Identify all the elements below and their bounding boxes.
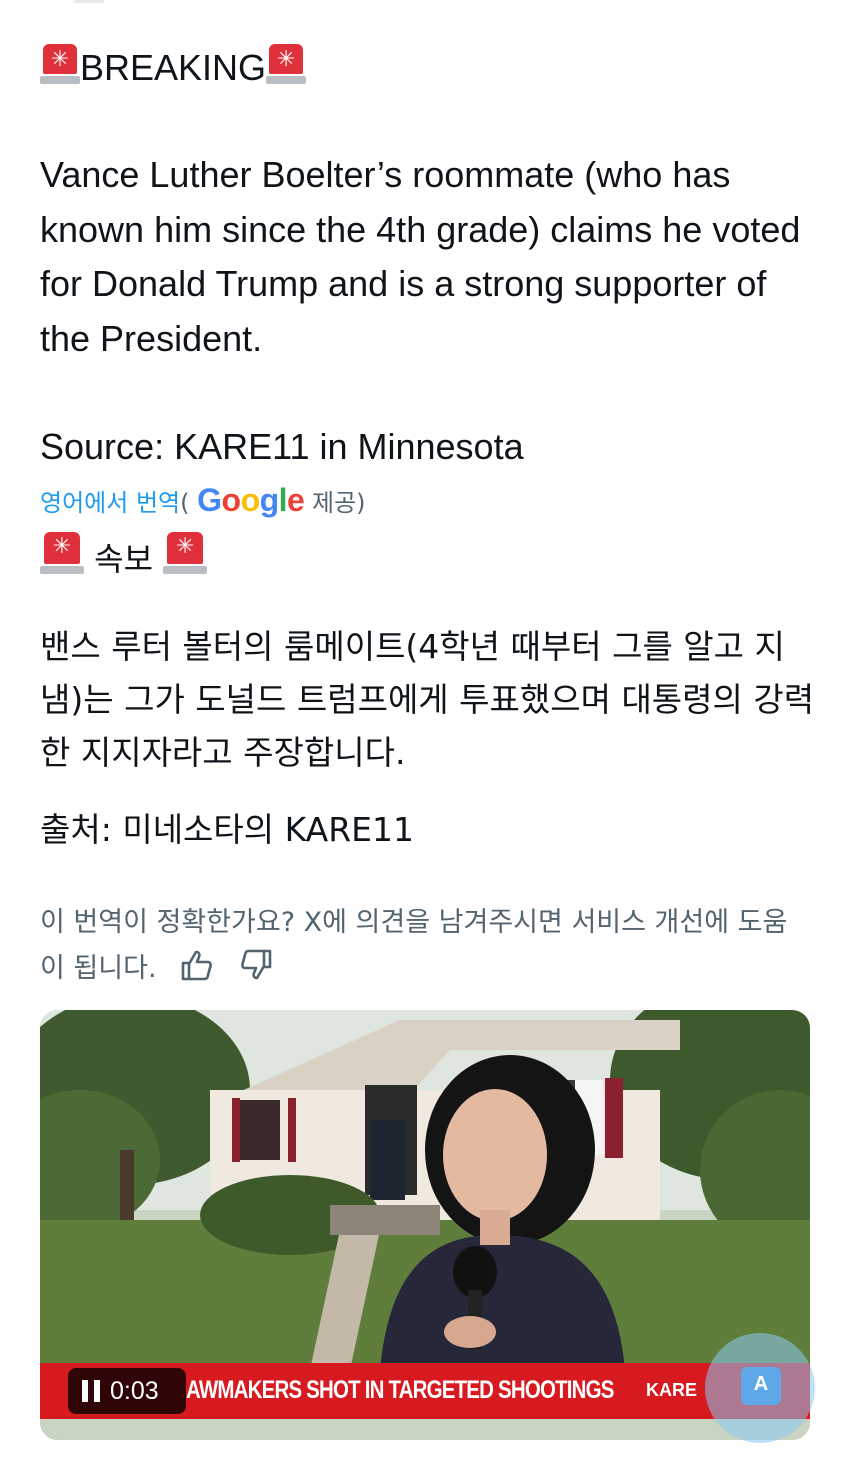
thumbs-up-icon[interactable]: [179, 947, 215, 983]
siren-icon: [40, 530, 84, 576]
google-logo: Google: [197, 482, 305, 518]
playback-control[interactable]: 0:03: [68, 1368, 186, 1414]
translation-attribution: 영어에서 번역( Google 제공): [40, 480, 366, 523]
siren-icon: [266, 42, 307, 86]
translate-fab-button[interactable]: [705, 1333, 815, 1443]
thumbs-down-icon[interactable]: [238, 947, 274, 983]
top-divider: [74, 0, 104, 3]
post-source-ko: 출처: 미네소타의 KARE11: [40, 810, 415, 849]
pause-icon[interactable]: [82, 1380, 100, 1402]
post-body-en: Vance Luther Boelter’s roommate (who has…: [40, 154, 801, 359]
translate-icon: [741, 1367, 781, 1405]
headline-breaking-ko: 속보: [40, 530, 208, 584]
post-source-en: Source: KARE11 in Minnesota: [40, 426, 524, 467]
siren-icon: [163, 530, 208, 576]
video-timestamp: 0:03: [110, 1377, 159, 1405]
open-paren: (: [180, 489, 190, 517]
feedback-prompt: 이 번역이 정확한가요? X에 의견을 남겨주시면 서비스 개선에 도움이 됩니…: [40, 907, 788, 984]
video-player[interactable]: AWMAKERS SHOT IN TARGETED SHOOTINGS KARE…: [40, 1010, 810, 1440]
channel-logo: KARE: [646, 1380, 698, 1400]
ticker-headline: AWMAKERS SHOT IN TARGETED SHOOTINGS: [186, 1376, 614, 1404]
provided-by-label: 제공): [311, 489, 366, 517]
headline-breaking: BREAKING: [40, 42, 307, 93]
translation-feedback: 이 번역이 정확한가요? X에 의견을 남겨주시면 서비스 개선에 도움이 됩니…: [40, 900, 810, 992]
post-body-ko: 밴스 루터 볼터의 룸메이트(4학년 때부터 그를 알고 지냄)는 그가 도널드…: [40, 627, 815, 772]
translated-from-link[interactable]: 영어에서 번역: [40, 489, 180, 517]
headline-text-ko: 속보: [94, 540, 154, 578]
siren-icon: [40, 42, 80, 86]
headline-text: BREAKING: [80, 47, 267, 88]
